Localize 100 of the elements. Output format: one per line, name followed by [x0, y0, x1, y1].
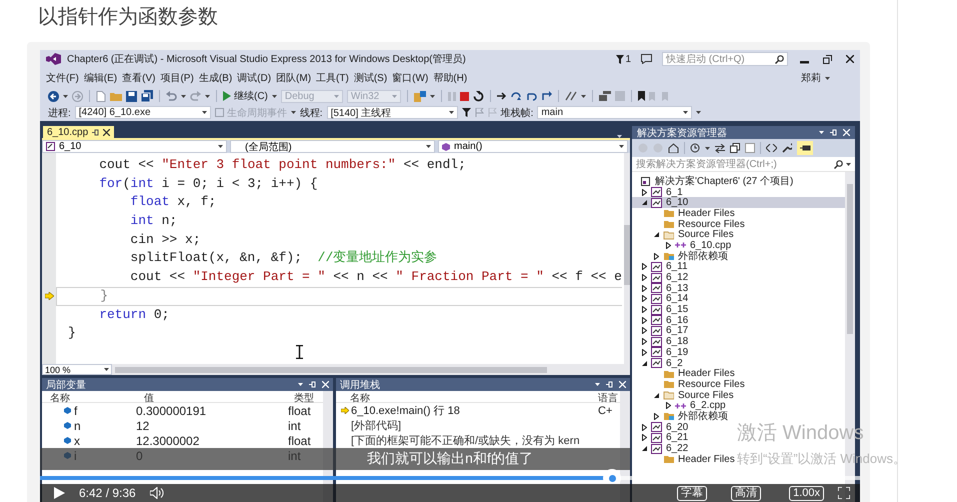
triangle-icon[interactable]: [654, 252, 658, 260]
triangle-icon[interactable]: [666, 242, 670, 249]
menu-item[interactable]: 文件(F): [46, 70, 79, 86]
menu-item[interactable]: 查看(V): [122, 70, 156, 86]
search-icon[interactable]: [834, 160, 843, 168]
zoom-dropdown[interactable]: 100 %: [42, 364, 112, 375]
tree-item[interactable]: 6_10.cpp: [632, 240, 736, 251]
comment-icon[interactable]: [641, 54, 652, 64]
tree-item[interactable]: Header Files: [632, 368, 739, 380]
caret-icon[interactable]: [580, 94, 586, 98]
menu-item[interactable]: 调试(D): [237, 70, 272, 86]
triangle-icon[interactable]: [642, 188, 646, 196]
triangle-icon[interactable]: [642, 263, 646, 270]
step-into-icon[interactable]: [510, 91, 522, 101]
tree-item[interactable]: 6_18: [632, 336, 692, 347]
quality-button[interactable]: 高清: [731, 486, 762, 500]
step-out-icon[interactable]: [540, 91, 552, 101]
caret-icon[interactable]: [205, 94, 210, 98]
caret-icon[interactable]: [63, 94, 68, 98]
tree-item[interactable]: 6_19: [632, 347, 692, 358]
tree-item[interactable]: 6_13: [632, 282, 692, 294]
menu-item[interactable]: 测试(S): [354, 70, 388, 86]
process-dropdown[interactable]: [4240] 6_10.exe: [74, 106, 211, 119]
fullscreen-icon[interactable]: [838, 487, 850, 499]
volume-icon[interactable]: [150, 487, 164, 499]
tree-item[interactable]: 6_2.cpp: [632, 400, 730, 412]
continue-button[interactable]: 继续(C): [223, 89, 268, 103]
tree-item[interactable]: Resource Files: [632, 379, 749, 390]
scope-dropdown[interactable]: (全局范围): [230, 140, 435, 153]
menu-item[interactable]: 编辑(E): [84, 70, 118, 86]
filter-icon[interactable]: [616, 54, 624, 64]
caret-icon[interactable]: [202, 111, 207, 114]
function-dropdown[interactable]: main(): [438, 140, 628, 153]
caret-icon[interactable]: [272, 94, 277, 98]
filter-icon[interactable]: [462, 108, 471, 117]
caret-icon[interactable]: [595, 383, 600, 386]
user-name[interactable]: 郑莉: [801, 71, 821, 85]
thread-dropdown[interactable]: [5140] 主线程: [326, 106, 458, 119]
caret-icon[interactable]: [619, 145, 624, 148]
subtitles-button[interactable]: 字幕: [677, 486, 708, 500]
menu-item[interactable]: 工具(T): [316, 70, 349, 86]
save-icon[interactable]: [126, 90, 137, 102]
caret-icon[interactable]: [705, 146, 710, 150]
tree-item[interactable]: 6_22: [632, 443, 692, 454]
menu-item[interactable]: 生成(B): [198, 70, 232, 86]
caret-icon[interactable]: [218, 145, 223, 148]
step-over-icon[interactable]: [526, 91, 537, 101]
play-icon[interactable]: [54, 487, 65, 499]
triangle-icon[interactable]: [654, 232, 658, 238]
tree-item[interactable]: Header Files: [632, 208, 739, 219]
caret-icon[interactable]: [448, 111, 454, 114]
menu-item[interactable]: 帮助(H): [433, 70, 468, 86]
speed-button[interactable]: 1.00x: [789, 486, 824, 500]
tree-item[interactable]: 6_11: [632, 262, 692, 272]
tree-item[interactable]: 6_21: [632, 432, 692, 444]
menu-item[interactable]: 团队(M): [276, 70, 312, 86]
tree-item[interactable]: 6_20: [632, 422, 692, 432]
triangle-icon[interactable]: [642, 424, 646, 431]
project-dropdown[interactable]: 6_10: [42, 140, 227, 153]
tree-item[interactable]: Source Files: [632, 229, 738, 240]
menu-item[interactable]: 项目(P): [160, 70, 194, 86]
caret-icon[interactable]: [696, 111, 702, 114]
pin-icon[interactable]: [797, 141, 813, 155]
restore-icon[interactable]: [823, 54, 832, 64]
triangle-icon[interactable]: [642, 360, 646, 366]
caret-icon[interactable]: [426, 145, 431, 148]
caret-icon[interactable]: [825, 76, 830, 80]
home-icon[interactable]: [668, 143, 679, 153]
tree-item[interactable]: 6_17: [632, 326, 692, 336]
tree-item[interactable]: 6_16: [632, 314, 692, 326]
search-icon[interactable]: [775, 54, 784, 64]
menu-item[interactable]: 窗口(W): [392, 70, 428, 86]
triangle-icon[interactable]: [642, 327, 646, 334]
close-icon[interactable]: [103, 128, 110, 136]
triangle-icon[interactable]: [642, 274, 646, 282]
triangle-icon[interactable]: [642, 284, 646, 292]
triangle-icon[interactable]: [654, 412, 658, 420]
caret-icon[interactable]: [819, 131, 824, 134]
tree-item[interactable]: 6_15: [632, 304, 692, 315]
triangle-icon[interactable]: [666, 402, 670, 410]
sync-icon[interactable]: [715, 144, 725, 152]
caret-icon[interactable]: [617, 135, 622, 138]
triangle-icon[interactable]: [654, 392, 658, 398]
caret-icon[interactable]: [846, 162, 851, 166]
triangle-icon[interactable]: [642, 316, 646, 324]
history-icon[interactable]: [690, 143, 700, 153]
tree-item[interactable]: 6_1: [632, 186, 687, 198]
caret-icon[interactable]: [104, 368, 109, 371]
triangle-icon[interactable]: [642, 306, 646, 314]
caret-icon[interactable]: [430, 94, 435, 98]
tree-item[interactable]: 6_12: [632, 272, 692, 283]
caret-icon[interactable]: [298, 383, 303, 386]
collapse-icon[interactable]: [730, 143, 740, 153]
tree-item[interactable]: 解决方案'Chapter6' (27 个项目): [632, 176, 798, 187]
tree-item[interactable]: 6_14: [632, 294, 692, 304]
save-all-icon[interactable]: [141, 90, 153, 102]
tab[interactable]: 6_10.cpp: [43, 126, 114, 138]
stop-icon[interactable]: [460, 92, 469, 100]
restart-icon[interactable]: [472, 90, 484, 102]
pin-icon[interactable]: [92, 128, 100, 136]
